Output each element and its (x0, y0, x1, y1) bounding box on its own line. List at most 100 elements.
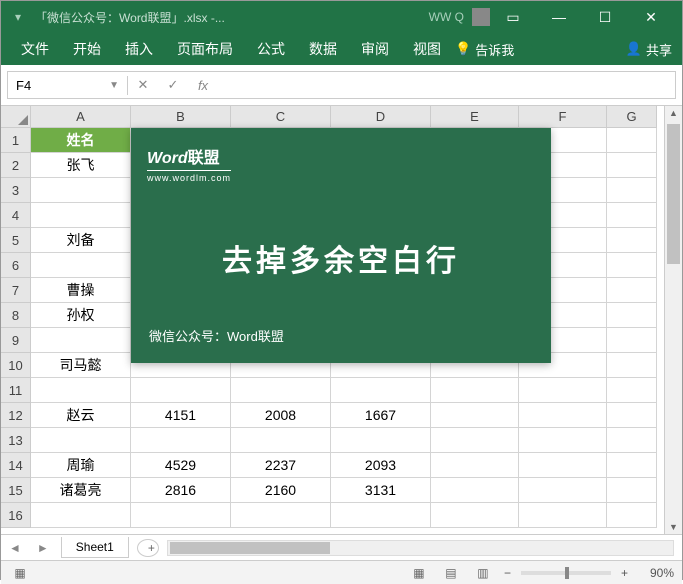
cell[interactable] (331, 503, 431, 528)
sheet-tab[interactable]: Sheet1 (61, 537, 129, 558)
row-header[interactable]: 12 (1, 403, 31, 428)
minimize-icon[interactable]: — (536, 9, 582, 25)
row-header[interactable]: 15 (1, 478, 31, 503)
cell[interactable] (607, 253, 657, 278)
cell[interactable] (607, 403, 657, 428)
cell[interactable] (31, 253, 131, 278)
cell[interactable]: 2237 (231, 453, 331, 478)
ribbon-options-icon[interactable]: ▭ (490, 9, 536, 26)
cell[interactable]: 2160 (231, 478, 331, 503)
tab-data[interactable]: 数据 (299, 35, 347, 63)
cell[interactable] (431, 503, 519, 528)
select-all-corner[interactable] (1, 106, 31, 128)
cell[interactable] (607, 378, 657, 403)
scroll-up-icon[interactable]: ▲ (665, 108, 682, 118)
cell[interactable] (607, 478, 657, 503)
hscroll-thumb[interactable] (170, 542, 330, 554)
cell[interactable] (231, 378, 331, 403)
cell[interactable]: 3131 (331, 478, 431, 503)
cell[interactable] (231, 503, 331, 528)
row-header[interactable]: 4 (1, 203, 31, 228)
cell[interactable] (607, 278, 657, 303)
cell[interactable] (607, 353, 657, 378)
cell[interactable] (607, 428, 657, 453)
cell[interactable] (131, 503, 231, 528)
cell[interactable]: 刘备 (31, 228, 131, 253)
cancel-formula-icon[interactable]: ✕ (128, 77, 158, 93)
cell[interactable] (519, 478, 607, 503)
cell[interactable] (607, 228, 657, 253)
cell[interactable]: 司马懿 (31, 353, 131, 378)
cell[interactable] (519, 453, 607, 478)
cell[interactable] (31, 328, 131, 353)
cell[interactable]: 4151 (131, 403, 231, 428)
cell[interactable] (607, 503, 657, 528)
row-header[interactable]: 11 (1, 378, 31, 403)
cell[interactable] (519, 378, 607, 403)
cell[interactable] (607, 303, 657, 328)
col-header[interactable]: A (31, 106, 131, 128)
tab-file[interactable]: 文件 (11, 35, 59, 63)
accept-formula-icon[interactable]: ✓ (158, 77, 188, 93)
scroll-down-icon[interactable]: ▼ (665, 522, 682, 532)
share-button[interactable]: 👤共享 (626, 40, 672, 59)
zoom-out-button[interactable]: − (504, 566, 511, 580)
cell[interactable] (607, 128, 657, 153)
cell[interactable]: 赵云 (31, 403, 131, 428)
zoom-in-button[interactable]: + (621, 566, 628, 580)
cell[interactable] (431, 378, 519, 403)
cell[interactable] (607, 453, 657, 478)
row-header[interactable]: 1 (1, 128, 31, 153)
cell[interactable]: 2816 (131, 478, 231, 503)
cell[interactable] (331, 378, 431, 403)
cell[interactable] (131, 378, 231, 403)
cell[interactable] (431, 428, 519, 453)
cell[interactable]: 2008 (231, 403, 331, 428)
row-header[interactable]: 5 (1, 228, 31, 253)
cell[interactable]: 张飞 (31, 153, 131, 178)
row-header[interactable]: 14 (1, 453, 31, 478)
col-header[interactable]: G (607, 106, 657, 128)
cell[interactable] (331, 428, 431, 453)
cell[interactable]: 曹操 (31, 278, 131, 303)
tab-home[interactable]: 开始 (63, 35, 111, 63)
col-header[interactable]: C (231, 106, 331, 128)
cell[interactable] (231, 428, 331, 453)
col-header[interactable]: E (431, 106, 519, 128)
cell[interactable]: 2093 (331, 453, 431, 478)
cell[interactable] (31, 178, 131, 203)
record-macro-icon[interactable]: ▦ (9, 566, 31, 580)
tab-formula[interactable]: 公式 (247, 35, 295, 63)
quickaccess-dropdown[interactable]: ▾ (9, 10, 27, 24)
cell[interactable] (607, 178, 657, 203)
row-header[interactable]: 7 (1, 278, 31, 303)
chevron-down-icon[interactable]: ▼ (109, 80, 119, 91)
cell[interactable] (431, 453, 519, 478)
row-header[interactable]: 8 (1, 303, 31, 328)
formula-input[interactable] (218, 83, 675, 87)
cell[interactable] (519, 428, 607, 453)
page-break-icon[interactable]: ▥ (472, 566, 494, 580)
scroll-thumb[interactable] (667, 124, 680, 264)
zoom-level[interactable]: 90% (638, 566, 674, 580)
sheet-nav-prev-icon[interactable]: ◄ (1, 541, 29, 555)
tab-view[interactable]: 视图 (403, 35, 451, 63)
row-header[interactable]: 2 (1, 153, 31, 178)
cell[interactable] (31, 428, 131, 453)
row-header[interactable]: 9 (1, 328, 31, 353)
cell[interactable] (607, 153, 657, 178)
horizontal-scrollbar[interactable] (167, 540, 674, 556)
cell[interactable] (519, 503, 607, 528)
tab-review[interactable]: 审阅 (351, 35, 399, 63)
cell[interactable]: 孙权 (31, 303, 131, 328)
avatar[interactable] (472, 8, 490, 26)
cell[interactable]: 周瑜 (31, 453, 131, 478)
row-header[interactable]: 13 (1, 428, 31, 453)
close-icon[interactable]: ✕ (628, 9, 674, 26)
cell[interactable] (31, 203, 131, 228)
row-header[interactable]: 3 (1, 178, 31, 203)
row-header[interactable]: 6 (1, 253, 31, 278)
sheet-nav-next-icon[interactable]: ► (29, 541, 57, 555)
cell[interactable]: 4529 (131, 453, 231, 478)
row-header[interactable]: 16 (1, 503, 31, 528)
